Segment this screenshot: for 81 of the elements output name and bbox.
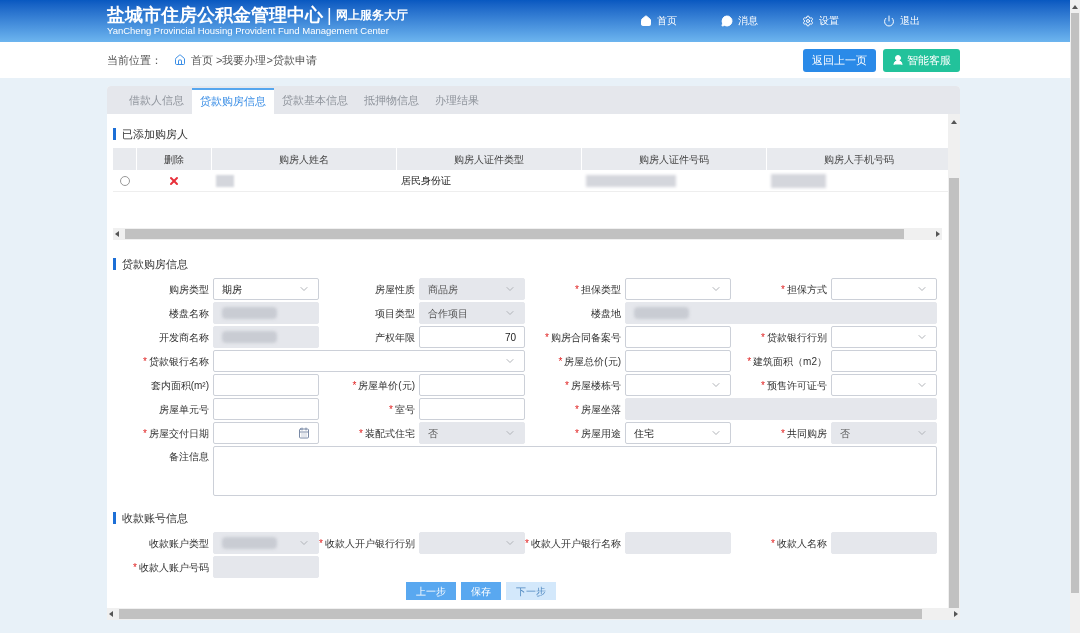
title-divider: |: [327, 5, 332, 25]
breadcrumb-path: 首页 >我要办理>贷款申请: [191, 52, 317, 68]
required-marker: *: [575, 402, 579, 417]
nav-link[interactable]: 设置: [801, 13, 839, 29]
section-title: 已添加购房人: [122, 126, 188, 142]
select-field[interactable]: 住宅: [625, 422, 731, 444]
breadcrumb-label: 当前位置：: [107, 52, 162, 68]
label-text: 套内面积(m²): [150, 378, 209, 393]
label-text: 购房合同备案号: [551, 330, 621, 345]
required-marker: *: [545, 330, 549, 345]
label-text: 装配式住宅: [365, 426, 415, 441]
label-text: 房屋交付日期: [149, 426, 209, 441]
input-field[interactable]: 70: [419, 326, 525, 348]
label-text: 项目类型: [375, 306, 415, 321]
required-marker: *: [747, 354, 752, 369]
label-text: 房屋用途: [581, 426, 621, 441]
tab[interactable]: 办理结果: [427, 88, 487, 114]
required-marker: *: [771, 536, 775, 551]
nav-link[interactable]: 首页: [639, 13, 677, 29]
label-text: 预售许可证号: [767, 378, 827, 393]
label-text: 担保类型: [581, 282, 621, 297]
required-marker: *: [565, 378, 569, 393]
column-header: 购房人证件号码: [581, 148, 766, 170]
service-button[interactable]: 智能客服: [883, 48, 960, 72]
step-button[interactable]: 上一步: [405, 582, 456, 600]
column-header: 购房人姓名: [211, 148, 396, 170]
tab[interactable]: 借款人信息: [121, 88, 192, 114]
section-title: 贷款购房信息: [122, 256, 188, 272]
required-marker: *: [575, 282, 579, 297]
nav-link[interactable]: 退出: [882, 13, 920, 29]
required-marker: *: [319, 536, 323, 551]
label-text: 房屋总价(元): [564, 354, 621, 369]
required-marker: *: [761, 330, 765, 345]
required-marker: *: [133, 560, 137, 575]
tab[interactable]: 抵押物信息: [356, 88, 427, 114]
label-text: 开发商名称: [159, 330, 209, 345]
label-text: 室号: [395, 402, 415, 417]
back-button[interactable]: 返回上一页: [803, 48, 876, 72]
tab[interactable]: 贷款购房信息: [192, 88, 274, 114]
required-marker: *: [359, 426, 363, 441]
required-marker: *: [389, 402, 393, 417]
label-text: 房屋楼栋号: [571, 378, 621, 393]
required-marker: *: [143, 426, 147, 441]
label-text: 共同购房: [787, 426, 827, 441]
label-text: 收款账户类型: [149, 536, 209, 551]
table-cell-text: 居民身份证: [400, 174, 452, 188]
site-title: 盐城市住房公积金管理中心: [107, 5, 323, 25]
required-marker: *: [781, 282, 785, 297]
label-text: 楼盘地: [591, 306, 621, 321]
label-text: 建筑面积（m2）: [753, 354, 827, 369]
required-marker: *: [575, 426, 579, 441]
label-text: 担保方式: [787, 282, 827, 297]
column-header: 购房人证件类型: [396, 148, 581, 170]
site-english-name: YanCheng Provincial Housing Provident Fund Management Center: [107, 25, 390, 37]
label-text: 产权年限: [375, 330, 415, 345]
required-marker: *: [761, 378, 765, 393]
column-header: 删除: [136, 148, 211, 170]
label-text: 收款人名称: [777, 536, 827, 551]
label-text: 房屋性质: [375, 282, 415, 297]
label-text: 购房类型: [169, 282, 209, 297]
label-text: 收款人账户号码: [139, 560, 209, 575]
required-marker: *: [781, 426, 785, 441]
label-text: 备注信息: [169, 450, 209, 464]
label-text: 房屋单元号: [159, 402, 209, 417]
required-marker: *: [143, 354, 147, 369]
select-field[interactable]: 期房: [213, 278, 319, 300]
label-text: 房屋坐落: [581, 402, 621, 417]
nav-link[interactable]: 消息: [720, 13, 758, 29]
label-text: 收款人开户银行行别: [325, 536, 415, 551]
required-marker: *: [352, 378, 357, 393]
required-marker: *: [525, 536, 529, 551]
label-text: 楼盘名称: [169, 306, 209, 321]
label-text: 贷款银行名称: [149, 354, 209, 369]
tab[interactable]: 贷款基本信息: [274, 88, 356, 114]
required-marker: *: [558, 354, 563, 369]
label-text: 贷款银行行别: [767, 330, 827, 345]
site-subtitle: 网上服务大厅: [335, 7, 408, 24]
section-title: 收款账号信息: [122, 510, 188, 526]
step-button[interactable]: 保存: [460, 582, 501, 600]
label-text: 收款人开户银行名称: [531, 536, 621, 551]
label-text: 房屋单价(元): [358, 378, 415, 393]
